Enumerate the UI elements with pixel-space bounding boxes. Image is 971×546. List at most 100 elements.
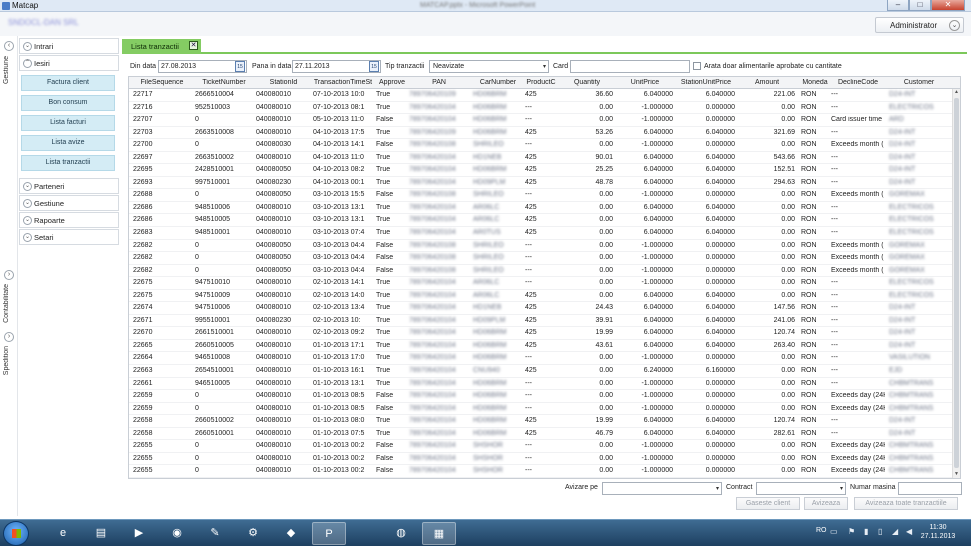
table-row[interactable]: 22670 2661510001 040080010 02-10-2013 09:2 T… bbox=[129, 327, 953, 340]
firefox-icon[interactable]: ◍ bbox=[384, 522, 418, 545]
battery-icon[interactable]: ▮ bbox=[864, 527, 868, 536]
only-food-checkbox[interactable] bbox=[693, 62, 701, 70]
maximize-button[interactable]: □ bbox=[909, 0, 931, 11]
avizeaza-button[interactable]: Avizeaza bbox=[804, 497, 848, 510]
calendar-icon[interactable]: 15 bbox=[235, 61, 245, 72]
column-header[interactable]: CarNumber bbox=[473, 79, 523, 86]
table-row[interactable]: 22675 947510009 040080010 02-10-2013 14:0 Tr… bbox=[129, 290, 953, 303]
table-row[interactable]: 22717 2666510004 040080010 07-10-2013 10:0 T… bbox=[129, 89, 953, 102]
table-row[interactable]: 22703 2663510008 040080010 04-10-2013 17:5 T… bbox=[129, 127, 953, 140]
table-row[interactable]: 22655 0 040080010 01-10-2013 00:2 False 78970… bbox=[129, 465, 953, 478]
language-indicator[interactable]: RO bbox=[816, 527, 827, 534]
column-header[interactable]: StationUnitPrice bbox=[677, 79, 735, 86]
media-player-icon[interactable]: ▶ bbox=[122, 522, 156, 545]
column-header[interactable]: ProductC bbox=[525, 79, 557, 86]
keyboard-icon[interactable]: ▭ bbox=[830, 527, 838, 536]
column-header[interactable]: FileSequence bbox=[133, 79, 191, 86]
user-menu-button[interactable]: Administrator ⌄ bbox=[875, 17, 964, 33]
menu-section-rapoarte[interactable]: ⌄ Rapoarte bbox=[19, 212, 119, 228]
column-header[interactable]: Moneda bbox=[801, 79, 829, 86]
table-row[interactable]: 22683 948510001 040080010 03-10-2013 07:4 Tr… bbox=[129, 227, 953, 240]
table-row[interactable]: 22682 0 040080050 03-10-2013 04:4 False 78970… bbox=[129, 252, 953, 265]
menu-item-lista-avize[interactable]: Lista avize bbox=[21, 135, 115, 151]
column-header[interactable]: Approve bbox=[376, 79, 408, 86]
table-row[interactable]: 22663 2654510001 040080010 01-10-2013 16:1 T… bbox=[129, 365, 953, 378]
menu-section-setari[interactable]: ⌄ Setari bbox=[19, 229, 119, 245]
from-date-input[interactable]: 27.08.2013 bbox=[158, 60, 247, 73]
calendar-icon[interactable]: 15 bbox=[369, 61, 379, 72]
table-row[interactable]: 22674 947510006 040080010 02-10-2013 13:4 Tr… bbox=[129, 302, 953, 315]
table-row[interactable]: 22693 997510001 040080230 04-10-2013 00:1 Tr… bbox=[129, 177, 953, 190]
network-icon[interactable]: ◢ bbox=[892, 527, 898, 536]
tab-lista-tranzactii[interactable]: Lista tranzactii ✕ bbox=[122, 39, 201, 54]
tools-icon[interactable]: ⚙ bbox=[236, 522, 270, 545]
menu-section-iesiri[interactable]: ⌃ Iesiri bbox=[19, 55, 119, 71]
table-row[interactable]: 22658 2660510002 040080010 01-10-2013 08:0 T… bbox=[129, 415, 953, 428]
column-header[interactable]: TransactionTimeSt bbox=[313, 79, 373, 86]
powerpoint-icon[interactable]: P bbox=[312, 522, 346, 545]
type-select[interactable]: Neavizate ▾ bbox=[429, 60, 549, 73]
table-row[interactable]: 22655 0 040080010 01-10-2013 00:2 False 78970… bbox=[129, 453, 953, 466]
table-row[interactable]: 22682 0 040080050 03-10-2013 04:4 False 78970… bbox=[129, 265, 953, 278]
rail-label-contabilitate[interactable]: Contabilitate bbox=[3, 284, 10, 323]
close-button[interactable]: ✕ bbox=[931, 0, 965, 11]
internet-explorer-icon[interactable]: e bbox=[46, 522, 80, 545]
chrome-icon[interactable]: ◉ bbox=[160, 522, 194, 545]
menu-item-bon-consum[interactable]: Bon consum bbox=[21, 95, 115, 111]
find-client-button[interactable]: Gaseste client bbox=[736, 497, 800, 510]
numar-masina-input[interactable] bbox=[898, 482, 962, 495]
vertical-scrollbar[interactable]: ▲ ▼ bbox=[952, 89, 960, 478]
column-header[interactable]: StationId bbox=[256, 79, 311, 86]
table-row[interactable]: 22658 2660510001 040080010 01-10-2013 07:5 T… bbox=[129, 428, 953, 441]
table-row[interactable]: 22655 0 040080010 01-10-2013 00:2 False 78970… bbox=[129, 440, 953, 453]
device-icon[interactable]: ▯ bbox=[878, 527, 882, 536]
column-header[interactable]: TicketNumber bbox=[195, 79, 253, 86]
table-row[interactable]: 22665 2660510005 040080010 01-10-2013 17:1 T… bbox=[129, 340, 953, 353]
rail-label-spedition[interactable]: Spedition bbox=[3, 346, 10, 375]
close-tab-icon[interactable]: ✕ bbox=[189, 41, 198, 50]
file-explorer-icon[interactable]: ▤ bbox=[84, 522, 118, 545]
paint-icon[interactable]: ✎ bbox=[198, 522, 232, 545]
table-row[interactable]: 22686 948510006 040080010 03-10-2013 13:1 Tr… bbox=[129, 202, 953, 215]
table-row[interactable]: 22688 0 040080050 03-10-2013 15:5 False 78970… bbox=[129, 189, 953, 202]
visual-studio-icon[interactable]: ◆ bbox=[274, 522, 308, 545]
column-header[interactable]: PAN bbox=[409, 79, 469, 86]
table-row[interactable]: 22707 0 040080010 05-10-2013 11:0 False 78970… bbox=[129, 114, 953, 127]
table-row[interactable]: 22661 946510005 040080010 01-10-2013 13:1 Tr… bbox=[129, 378, 953, 391]
table-row[interactable]: 22686 948510005 040080010 03-10-2013 13:1 Tr… bbox=[129, 214, 953, 228]
to-date-input[interactable]: 27.11.2013 bbox=[292, 60, 381, 73]
column-header[interactable]: UnitPrice bbox=[617, 79, 673, 86]
start-button[interactable] bbox=[3, 521, 29, 546]
contract-select[interactable]: ▾ bbox=[756, 482, 846, 495]
column-header[interactable]: Amount bbox=[739, 79, 795, 86]
table-row[interactable]: 22700 0 040080030 04-10-2013 14:1 False 78970… bbox=[129, 139, 953, 152]
table-row[interactable]: 22682 0 040080050 03-10-2013 04:4 False 78970… bbox=[129, 240, 953, 253]
menu-section-intrari[interactable]: ⌄ Intrari bbox=[19, 38, 119, 54]
rail-label-gestiune[interactable]: Gestiune bbox=[3, 56, 10, 84]
menu-item-lista-tranzactii[interactable]: Lista tranzactii bbox=[21, 155, 115, 171]
table-row[interactable]: 22695 2428510001 040080050 04-10-2013 08:2 T… bbox=[129, 164, 953, 177]
menu-section-parteneri[interactable]: ⌄ Parteneri bbox=[19, 178, 119, 194]
column-header[interactable]: DeclineCode bbox=[831, 79, 885, 86]
minimize-button[interactable]: – bbox=[887, 0, 909, 11]
flag-icon[interactable]: ⚑ bbox=[848, 527, 855, 536]
table-row[interactable]: 22675 947510010 040080010 02-10-2013 14:1 Tr… bbox=[129, 277, 953, 290]
matcap-app-icon[interactable]: ▦ bbox=[422, 522, 456, 545]
scroll-thumb[interactable] bbox=[954, 98, 959, 468]
table-row[interactable]: 22659 0 040080010 01-10-2013 08:5 False 78970… bbox=[129, 403, 953, 416]
menu-item-factura-client[interactable]: Factura client bbox=[21, 75, 115, 91]
scroll-up-icon[interactable]: ▲ bbox=[953, 89, 960, 97]
menu-item-lista-facturi[interactable]: Lista facturi bbox=[21, 115, 115, 131]
expand-contabilitate-icon[interactable]: › bbox=[4, 270, 14, 280]
taskbar-clock[interactable]: 11:30 27.11.2013 bbox=[918, 523, 958, 541]
avizeaza-toate-button[interactable]: Avizeaza toate tranzactiile bbox=[854, 497, 958, 510]
table-row[interactable]: 22664 946510008 040080010 01-10-2013 17:0 Tr… bbox=[129, 352, 953, 366]
table-row[interactable]: 22697 2663510002 040080010 04-10-2013 11:0 T… bbox=[129, 152, 953, 165]
table-row[interactable]: 22659 0 040080010 01-10-2013 08:5 False 78970… bbox=[129, 390, 953, 403]
table-row[interactable]: 22716 952510003 040080010 07-10-2013 08:1 Tr… bbox=[129, 102, 953, 115]
volume-icon[interactable]: ◀ bbox=[906, 527, 912, 536]
expand-spedition-icon[interactable]: › bbox=[4, 332, 14, 342]
menu-section-gestiune[interactable]: ⌄ Gestiune bbox=[19, 195, 119, 211]
table-row[interactable]: 22671 995510001 040080230 02-10-2013 10: Tru… bbox=[129, 315, 953, 328]
avizare-pe-select[interactable]: ▾ bbox=[602, 482, 722, 495]
